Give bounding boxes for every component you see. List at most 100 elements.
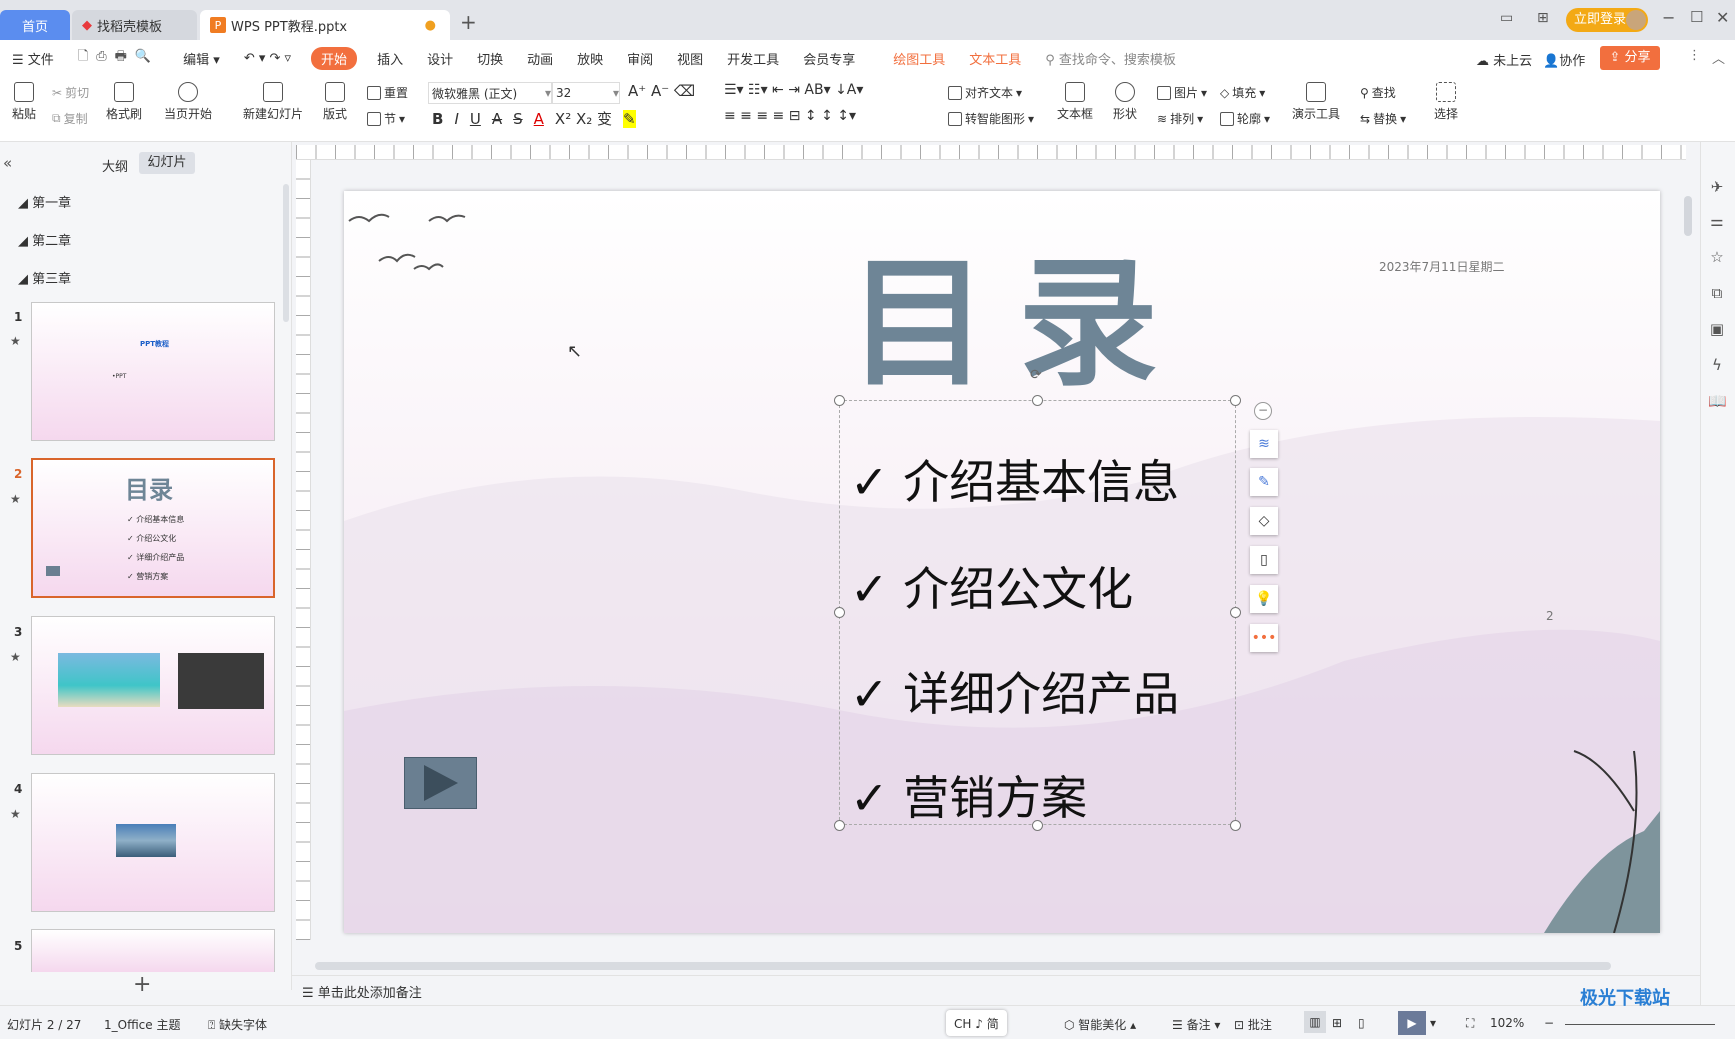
- menu-tab-developer[interactable]: 开发工具: [715, 49, 791, 68]
- copy-button[interactable]: ⧉ 复制: [52, 110, 88, 127]
- paste-button[interactable]: 粘贴: [12, 82, 36, 122]
- menu-tab-review[interactable]: 审阅: [615, 49, 665, 68]
- login-button[interactable]: 立即登录: [1566, 8, 1648, 32]
- layers-icon[interactable]: ≋: [1250, 430, 1278, 458]
- collaborate-button[interactable]: 👤协作: [1543, 50, 1585, 69]
- normal-view-button[interactable]: ▥: [1304, 1011, 1326, 1033]
- comment-button[interactable]: ⊡ 批注: [1234, 1016, 1272, 1033]
- slide-thumbnail-2[interactable]: 目录 ✓ 介绍基本信息 ✓ 介绍公文化 ✓ 详细介绍产品 ✓ 营销方案: [31, 458, 275, 598]
- menu-tab-design[interactable]: 设计: [415, 49, 465, 68]
- menu-tab-member[interactable]: 会员专享: [791, 49, 867, 68]
- notes-area[interactable]: ☰ 单击此处添加备注: [292, 975, 1700, 1003]
- align-text-button[interactable]: 对齐文本 ▾: [948, 84, 1022, 101]
- slide-thumbnail-1[interactable]: PPT教程 •PPT: [31, 302, 275, 441]
- lightning-icon[interactable]: ϟ: [1708, 356, 1726, 374]
- resize-handle[interactable]: [1032, 395, 1043, 406]
- align-buttons[interactable]: ≡ ≡ ≡ ≡ ⊟ ↕ ↕ ↕▾: [724, 108, 856, 124]
- more-icon[interactable]: ⋮: [1688, 48, 1701, 63]
- star-animation-icon[interactable]: ☆: [1708, 248, 1726, 266]
- tab-template[interactable]: ◆ 找稻壳模板: [72, 10, 197, 40]
- replace-button[interactable]: ⇆ 替换 ▾: [1360, 110, 1406, 127]
- picture-button[interactable]: 图片 ▾: [1157, 84, 1207, 101]
- command-search[interactable]: ⚲ 查找命令、搜索模板: [1033, 49, 1188, 68]
- select-button[interactable]: 选择: [1434, 82, 1458, 122]
- rocket-icon[interactable]: ✈: [1708, 178, 1726, 196]
- horizontal-scrollbar[interactable]: [315, 962, 1611, 970]
- vertical-ruler[interactable]: [296, 160, 311, 940]
- fill-button[interactable]: ◇ 填充 ▾: [1220, 84, 1265, 101]
- smart-shape-button[interactable]: 转智能图形 ▾: [948, 110, 1034, 127]
- brush-icon[interactable]: ✎: [1250, 468, 1278, 496]
- list-item[interactable]: ✓ 营销方案: [850, 762, 1087, 828]
- menu-tab-insert[interactable]: 插入: [365, 49, 415, 68]
- reading-view-button[interactable]: ▯: [1358, 1016, 1365, 1030]
- resize-handle[interactable]: [1230, 607, 1241, 618]
- apps-grid-icon[interactable]: ⊞: [1537, 10, 1549, 26]
- smart-beautify-button[interactable]: ⬡ 智能美化 ▴: [1064, 1016, 1136, 1033]
- list-item[interactable]: ✓ 详细介绍产品: [850, 658, 1179, 724]
- collapse-ribbon-icon[interactable]: ︿: [1712, 48, 1725, 67]
- font-size-select[interactable]: 32 ▾: [552, 82, 620, 104]
- slide-date[interactable]: 2023年7月11日星期二: [1379, 258, 1504, 275]
- share-button[interactable]: ⇪ 分享: [1600, 46, 1660, 70]
- cut-button[interactable]: ✂ 剪切: [52, 84, 89, 101]
- format-painter-button[interactable]: 格式刷: [106, 82, 142, 122]
- close-button[interactable]: ✕: [1716, 8, 1729, 27]
- collapse-toolbar-icon[interactable]: −: [1254, 402, 1272, 420]
- zoom-level[interactable]: 102%: [1490, 1016, 1524, 1030]
- missing-font-button[interactable]: ⍰ 缺失字体: [208, 1016, 267, 1033]
- slide-title[interactable]: 目录: [848, 211, 1188, 413]
- edit-menu[interactable]: 编辑 ▾: [171, 49, 232, 68]
- list-item[interactable]: ✓ 介绍基本信息: [850, 446, 1179, 512]
- slide-sorter-button[interactable]: ⊞: [1332, 1016, 1342, 1030]
- chevron-down-icon[interactable]: ▾: [1430, 1016, 1436, 1030]
- tab-document[interactable]: P WPS PPT教程.pptx ●: [200, 10, 450, 40]
- outline-icon[interactable]: ▯: [1250, 546, 1278, 574]
- fill-icon[interactable]: ◇: [1250, 507, 1278, 535]
- resize-handle[interactable]: [1230, 820, 1241, 831]
- collapse-panel-icon[interactable]: «: [3, 154, 12, 172]
- menu-tab-text-tools[interactable]: 文本工具: [957, 49, 1033, 68]
- resize-handle[interactable]: [1032, 820, 1043, 831]
- tab-slides[interactable]: 幻灯片: [139, 152, 195, 174]
- zoom-out-button[interactable]: −: [1544, 1016, 1554, 1030]
- arrange-button[interactable]: ≋ 排列 ▾: [1157, 110, 1203, 127]
- fit-window-button[interactable]: ⛶: [1466, 1016, 1474, 1031]
- play-button[interactable]: [404, 757, 477, 809]
- menu-tab-animation[interactable]: 动画: [515, 49, 565, 68]
- ime-indicator[interactable]: CH ♪ 简: [946, 1010, 1007, 1036]
- horizontal-ruler[interactable]: [296, 145, 1686, 160]
- settings-sliders-icon[interactable]: ⚌: [1708, 212, 1726, 230]
- tab-home[interactable]: 首页: [0, 10, 70, 40]
- section-button[interactable]: 节 ▾: [367, 110, 405, 127]
- quick-access-icons[interactable]: 🗋⎙🖶🔍: [66, 47, 171, 69]
- present-tools-button[interactable]: 演示工具: [1292, 82, 1340, 122]
- list-buttons[interactable]: ☰▾ ☷▾ ⇤ ⇥ AB▾ ↓A▾: [724, 82, 863, 98]
- tab-outline[interactable]: 大纲: [102, 156, 128, 175]
- slide-thumbnail-3[interactable]: [31, 616, 275, 755]
- play-from-current-button[interactable]: 当页开始: [164, 82, 212, 122]
- theme-name[interactable]: 1_Office 主题: [104, 1016, 180, 1033]
- slide-thumbnail-4[interactable]: [31, 773, 275, 912]
- slideshow-button[interactable]: ▶: [1398, 1011, 1426, 1035]
- outline-button[interactable]: 轮廓 ▾: [1220, 110, 1270, 127]
- resize-handle[interactable]: [834, 820, 845, 831]
- cloud-status[interactable]: ☁ 未上云: [1476, 50, 1532, 69]
- new-slide-button[interactable]: 新建幻灯片: [243, 82, 303, 122]
- rotate-handle-icon[interactable]: ⟳: [1030, 367, 1042, 383]
- panel-scrollbar[interactable]: [283, 184, 289, 322]
- menu-tab-slideshow[interactable]: 放映: [565, 49, 615, 68]
- layout-button[interactable]: 版式: [323, 82, 347, 122]
- menu-tab-view[interactable]: 视图: [665, 49, 715, 68]
- vertical-scrollbar[interactable]: [1684, 196, 1692, 236]
- new-tab-button[interactable]: +: [460, 10, 477, 34]
- layout-icon[interactable]: ▭: [1500, 10, 1513, 26]
- section-1[interactable]: ◢ 第一章: [18, 192, 71, 211]
- menu-tab-drawing-tools[interactable]: 绘图工具: [881, 49, 957, 68]
- resize-handle[interactable]: [1230, 395, 1241, 406]
- textbox-button[interactable]: 文本框: [1057, 82, 1093, 122]
- image-tool-icon[interactable]: ▣: [1708, 320, 1726, 338]
- transition-icon[interactable]: ⧉: [1708, 284, 1726, 302]
- file-menu[interactable]: ☰ 文件: [0, 49, 66, 68]
- notes-toggle-button[interactable]: ☰ 备注 ▾: [1172, 1016, 1220, 1033]
